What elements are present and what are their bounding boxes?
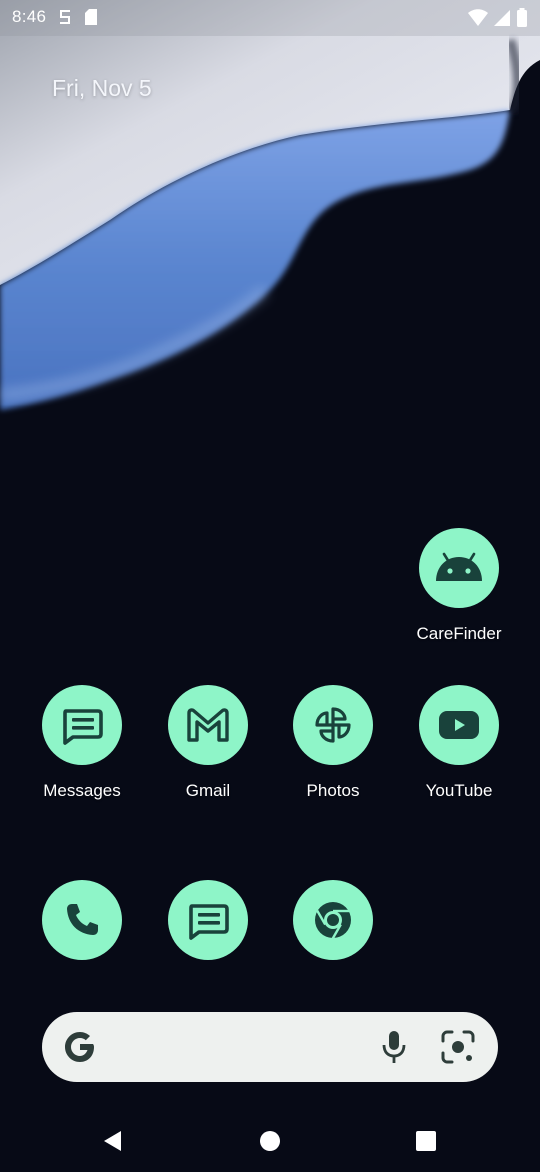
battery-icon	[517, 8, 527, 27]
carefinder-app-icon[interactable]	[419, 528, 499, 608]
home-screen: 8:46 Fri, Nov 5 CareFinder Messages Gmai…	[0, 0, 540, 1172]
back-button[interactable]	[98, 1126, 128, 1156]
messages-icon	[63, 709, 103, 745]
messages-icon	[189, 904, 229, 940]
youtube-label: YouTube	[425, 781, 493, 800]
chrome-icon	[315, 902, 351, 939]
photos-icon	[315, 707, 351, 743]
back-icon	[104, 1131, 121, 1151]
messages-app-icon[interactable]	[42, 685, 122, 765]
phone-icon	[67, 904, 98, 935]
messages-label: Messages	[43, 781, 121, 800]
photos-label: Photos	[306, 781, 360, 800]
status-time: 8:46	[12, 7, 47, 26]
chrome-app-icon[interactable]	[293, 880, 373, 960]
youtube-app-icon[interactable]	[419, 685, 499, 765]
lens-icon[interactable]	[440, 1029, 476, 1065]
dock-messages[interactable]	[143, 880, 273, 960]
wallpaper	[0, 0, 540, 460]
android-icon	[436, 552, 482, 581]
google-g-icon	[65, 1032, 94, 1062]
gmail-label: Gmail	[185, 781, 231, 800]
app-youtube[interactable]: YouTube	[394, 685, 524, 801]
photos-app-icon[interactable]	[293, 685, 373, 765]
dock-messages-app-icon[interactable]	[168, 880, 248, 960]
recents-button[interactable]	[411, 1126, 441, 1156]
gmail-icon	[187, 708, 229, 742]
date-widget[interactable]: Fri, Nov 5	[52, 75, 152, 102]
google-search-bar[interactable]	[42, 1012, 498, 1082]
home-button[interactable]	[255, 1126, 285, 1156]
carefinder-label: CareFinder	[416, 624, 502, 643]
app-photos[interactable]: Photos	[268, 685, 398, 801]
youtube-icon	[439, 711, 479, 739]
phone-app-icon[interactable]	[42, 880, 122, 960]
app-carefinder[interactable]: CareFinder	[394, 528, 524, 644]
mic-icon[interactable]	[380, 1029, 408, 1065]
sd-card-icon	[85, 9, 97, 25]
signal-icon	[494, 10, 510, 26]
app-gmail[interactable]: Gmail	[143, 685, 273, 801]
navigation-bar	[0, 1110, 540, 1172]
dock-phone[interactable]	[17, 880, 147, 960]
wifi-icon	[468, 9, 488, 26]
dock-chrome[interactable]	[268, 880, 398, 960]
home-icon	[260, 1131, 280, 1151]
status-bar: 8:46	[0, 0, 540, 34]
s-icon	[60, 10, 70, 24]
app-messages[interactable]: Messages	[17, 685, 147, 801]
gmail-app-icon[interactable]	[168, 685, 248, 765]
recents-icon	[416, 1131, 436, 1151]
